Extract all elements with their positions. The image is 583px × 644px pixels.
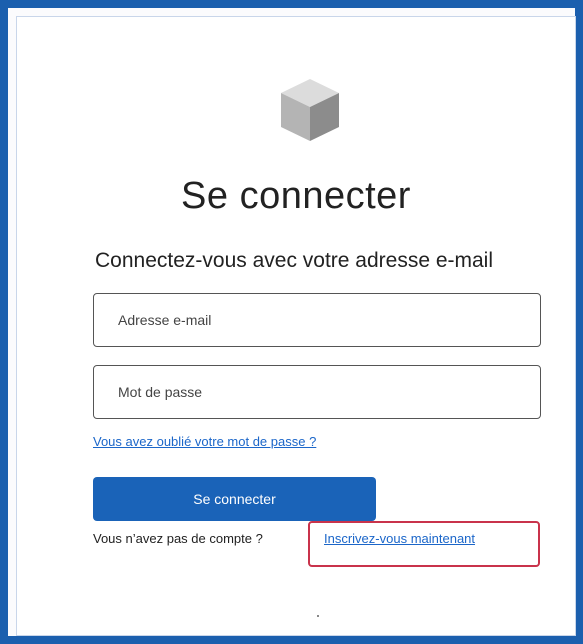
no-account-text: Vous n’avez pas de compte ? — [93, 531, 263, 546]
email-field[interactable] — [93, 293, 541, 347]
page-frame: Se connecter Connectez-vous avec votre a… — [0, 0, 583, 644]
password-field[interactable] — [93, 365, 541, 419]
cube-icon — [281, 79, 339, 141]
login-subtitle: Connectez-vous avec votre adresse e-mail — [95, 249, 494, 272]
signup-link[interactable]: Inscrivez-vous maintenant — [324, 531, 475, 546]
sign-in-button[interactable]: Se connecter — [93, 477, 376, 521]
login-panel: Se connecter Connectez-vous avec votre a… — [16, 16, 576, 636]
page-title: Se connecter — [181, 175, 411, 217]
forgot-password-link[interactable]: Vous avez oublié votre mot de passe ? — [93, 434, 316, 449]
print-speck — [317, 615, 319, 617]
